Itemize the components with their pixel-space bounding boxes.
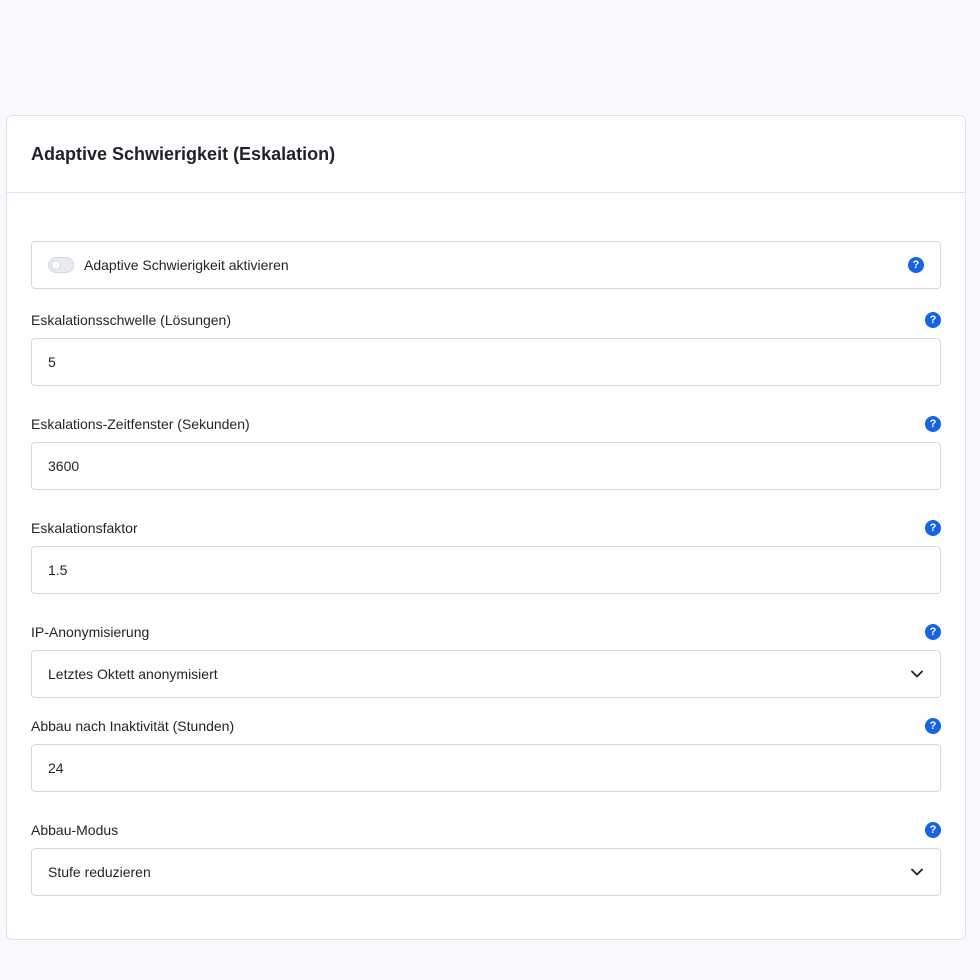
field-escalation-window: Eskalations-Zeitfenster (Sekunden) ? 360… <box>31 414 941 490</box>
settings-card: Adaptive Schwierigkeit (Eskalation) Adap… <box>6 115 966 940</box>
help-icon[interactable]: ? <box>925 520 941 536</box>
input-value: 3600 <box>48 458 80 474</box>
field-escalation-factor: Eskalationsfaktor ? 1.5 <box>31 518 941 594</box>
toggle-label: Adaptive Schwierigkeit aktivieren <box>84 257 289 273</box>
help-icon[interactable]: ? <box>925 312 941 328</box>
field-label: Abbau nach Inaktivität (Stunden) <box>31 718 235 734</box>
escalation-window-input[interactable]: 3600 <box>31 442 941 490</box>
input-value: 1.5 <box>48 562 68 578</box>
adaptive-difficulty-toggle-row[interactable]: Adaptive Schwierigkeit aktivieren ? <box>31 241 941 289</box>
field-label: Eskalationsfaktor <box>31 520 138 536</box>
help-icon[interactable]: ? <box>925 822 941 838</box>
card-header: Adaptive Schwierigkeit (Eskalation) <box>7 116 965 193</box>
card-title: Adaptive Schwierigkeit (Eskalation) <box>31 143 336 164</box>
help-icon[interactable]: ? <box>925 718 941 734</box>
field-decay-mode: Abbau-Modus ? Stufe reduzieren <box>31 820 941 896</box>
ip-anonymization-select[interactable]: Letztes Oktett anonymisiert <box>31 650 941 698</box>
escalation-factor-input[interactable]: 1.5 <box>31 546 941 594</box>
field-ip-anonymization: IP-Anonymisierung ? Letztes Oktett anony… <box>31 622 941 698</box>
decay-mode-select[interactable]: Stufe reduzieren <box>31 848 941 896</box>
field-decay-after-inactivity: Abbau nach Inaktivität (Stunden) ? 24 <box>31 716 941 792</box>
select-value: Letztes Oktett anonymisiert <box>48 666 218 682</box>
chevron-down-icon <box>910 667 924 681</box>
help-icon[interactable]: ? <box>925 416 941 432</box>
help-icon[interactable]: ? <box>908 257 924 273</box>
decay-after-inactivity-input[interactable]: 24 <box>31 744 941 792</box>
adaptive-difficulty-switch[interactable] <box>48 257 74 273</box>
chevron-down-icon <box>910 865 924 879</box>
field-label: Eskalationsschwelle (Lösungen) <box>31 312 231 328</box>
field-label: Eskalations-Zeitfenster (Sekunden) <box>31 416 250 432</box>
switch-knob <box>51 260 61 270</box>
input-value: 5 <box>48 354 56 370</box>
field-escalation-threshold: Eskalationsschwelle (Lösungen) ? 5 <box>31 310 941 386</box>
field-label: Abbau-Modus <box>31 822 119 838</box>
escalation-threshold-input[interactable]: 5 <box>31 338 941 386</box>
select-value: Stufe reduzieren <box>48 864 151 880</box>
input-value: 24 <box>48 760 64 776</box>
help-icon[interactable]: ? <box>925 624 941 640</box>
field-label: IP-Anonymisierung <box>31 624 150 640</box>
